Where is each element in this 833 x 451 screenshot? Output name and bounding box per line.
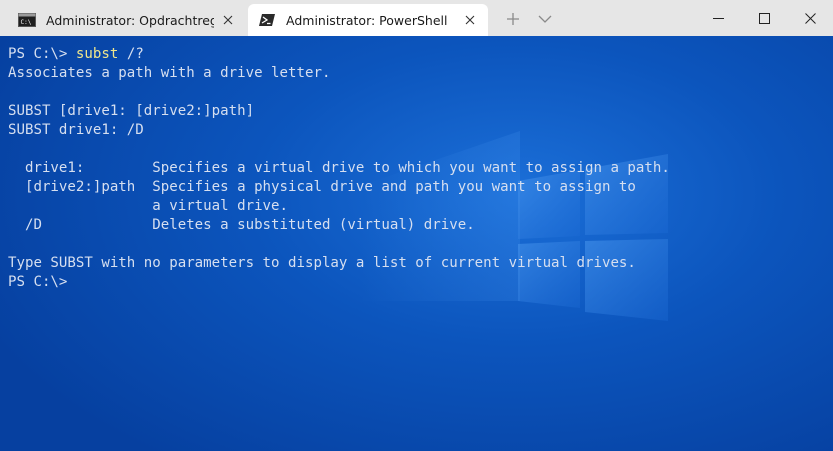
output-line: SUBST [drive1: [drive2:]path] bbox=[8, 103, 255, 119]
tab-command-prompt[interactable]: C:\ Administrator: Opdrachtregelpr bbox=[8, 4, 246, 36]
powershell-icon bbox=[259, 14, 275, 26]
tab-close-button[interactable] bbox=[456, 6, 484, 34]
minimize-icon bbox=[712, 17, 724, 19]
close-window-button[interactable] bbox=[787, 0, 833, 36]
plus-icon bbox=[507, 13, 519, 25]
cmd-icon: C:\ bbox=[18, 13, 36, 27]
command-text: subst bbox=[75, 46, 119, 62]
output-line: Type SUBST with no parameters to display… bbox=[8, 255, 636, 271]
output-line: SUBST drive1: /D bbox=[8, 122, 144, 138]
prompt: PS C:\> bbox=[8, 46, 68, 62]
tab-title: Administrator: PowerShell bbox=[286, 12, 448, 28]
prompt: PS C:\> bbox=[8, 274, 68, 290]
command-line: PS C:\> subst /? bbox=[8, 45, 670, 64]
output-line: a virtual drive. bbox=[8, 198, 289, 214]
maximize-icon bbox=[758, 12, 770, 24]
output-line: drive1: Specifies a virtual drive to whi… bbox=[8, 160, 670, 176]
tab-powershell[interactable]: Administrator: PowerShell bbox=[248, 4, 488, 36]
close-icon bbox=[223, 15, 233, 25]
output-line: [drive2:]path Specifies a physical drive… bbox=[8, 179, 636, 195]
output-line: Associates a path with a drive letter. bbox=[8, 65, 331, 81]
prompt-line[interactable]: PS C:\> bbox=[8, 273, 670, 292]
svg-text:C:\: C:\ bbox=[21, 19, 32, 26]
chevron-down-icon bbox=[538, 15, 552, 23]
output-line: /D Deletes a substituted (virtual) drive… bbox=[8, 217, 475, 233]
tab-close-button[interactable] bbox=[214, 6, 242, 34]
minimize-button[interactable] bbox=[695, 0, 741, 36]
close-icon bbox=[804, 12, 816, 24]
command-argument: /? bbox=[126, 46, 144, 62]
terminal-pane[interactable]: PS C:\> subst /? Associates a path with a… bbox=[0, 36, 833, 451]
title-bar[interactable]: C:\ Administrator: Opdrachtregelpr Admin… bbox=[0, 0, 833, 36]
terminal-window: C:\ Administrator: Opdrachtregelpr Admin… bbox=[0, 0, 833, 451]
new-tab-button[interactable] bbox=[500, 6, 526, 32]
close-icon bbox=[465, 15, 475, 25]
terminal-output: PS C:\> subst /? Associates a path with a… bbox=[8, 45, 670, 292]
tab-title: Administrator: Opdrachtregelpr bbox=[46, 12, 214, 28]
maximize-button[interactable] bbox=[741, 0, 787, 36]
new-tab-dropdown-button[interactable] bbox=[532, 6, 558, 32]
